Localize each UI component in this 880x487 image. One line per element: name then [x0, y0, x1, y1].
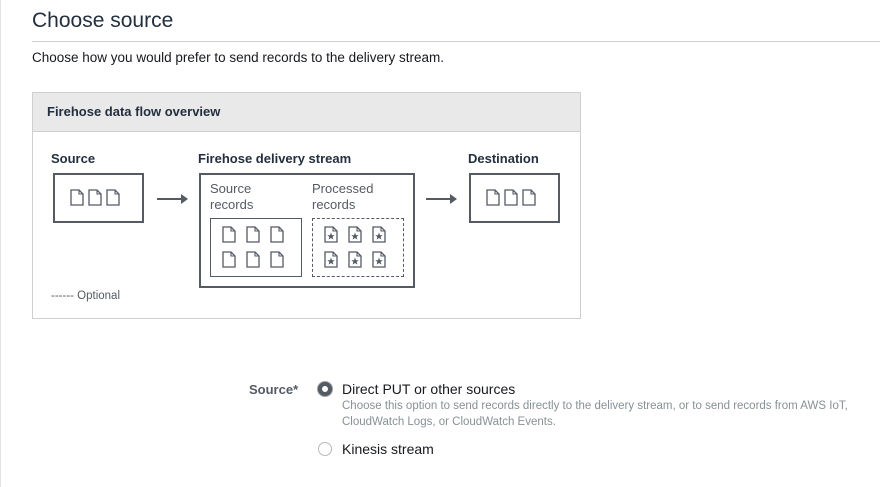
document-icon — [270, 226, 284, 243]
flow-arrow-icon — [426, 194, 457, 204]
document-icon — [246, 226, 260, 243]
source-records-label: Source records — [210, 181, 254, 212]
processed-document-icon — [372, 251, 386, 268]
option-label-direct-put[interactable]: Direct PUT or other sources — [342, 381, 515, 397]
processed-records-row-2 — [324, 251, 386, 268]
document-icon — [504, 189, 518, 206]
title-divider — [32, 41, 880, 42]
processed-records-box — [312, 218, 404, 277]
data-flow-overview-panel: Firehose data flow overview Source Fireh… — [32, 92, 581, 319]
source-records-row-2 — [222, 251, 284, 268]
processed-document-icon — [324, 226, 338, 243]
document-icon — [486, 189, 500, 206]
processed-document-icon — [348, 251, 362, 268]
document-icon — [70, 189, 84, 206]
page-title: Choose source — [32, 9, 174, 32]
overview-header: Firehose data flow overview — [33, 93, 580, 132]
document-icon — [246, 251, 260, 268]
page-subtitle: Choose how you would prefer to send reco… — [32, 50, 444, 65]
source-records-box — [210, 218, 302, 277]
processed-document-icon — [348, 226, 362, 243]
destination-column-label: Destination — [468, 151, 539, 166]
processed-records-label: Processed records — [312, 181, 374, 212]
radio-kinesis-stream[interactable] — [318, 442, 332, 456]
option-label-kinesis-stream[interactable]: Kinesis stream — [342, 441, 434, 457]
document-icon — [522, 189, 536, 206]
document-icon — [106, 189, 120, 206]
source-box — [53, 173, 144, 223]
option-description-direct-put: Choose this option to send records direc… — [342, 400, 848, 428]
source-records-row-1 — [222, 226, 284, 243]
destination-documents — [486, 189, 536, 206]
content-left-border — [0, 0, 1, 487]
stream-column-label: Firehose delivery stream — [198, 151, 352, 166]
document-icon — [222, 251, 236, 268]
flow-arrow-icon — [157, 194, 188, 204]
radio-direct-put[interactable] — [318, 382, 332, 396]
document-icon — [222, 226, 236, 243]
processed-document-icon — [324, 251, 338, 268]
optional-legend: ------ Optional — [51, 290, 121, 302]
source-column-label: Source — [51, 151, 96, 166]
document-icon — [88, 189, 102, 206]
document-icon — [270, 251, 284, 268]
source-field-label: Source* — [249, 382, 299, 397]
source-documents — [70, 189, 120, 206]
processed-records-row-1 — [324, 226, 386, 243]
delivery-stream-box: Source records Processed records — [199, 173, 415, 288]
processed-document-icon — [372, 226, 386, 243]
destination-box — [469, 173, 560, 223]
